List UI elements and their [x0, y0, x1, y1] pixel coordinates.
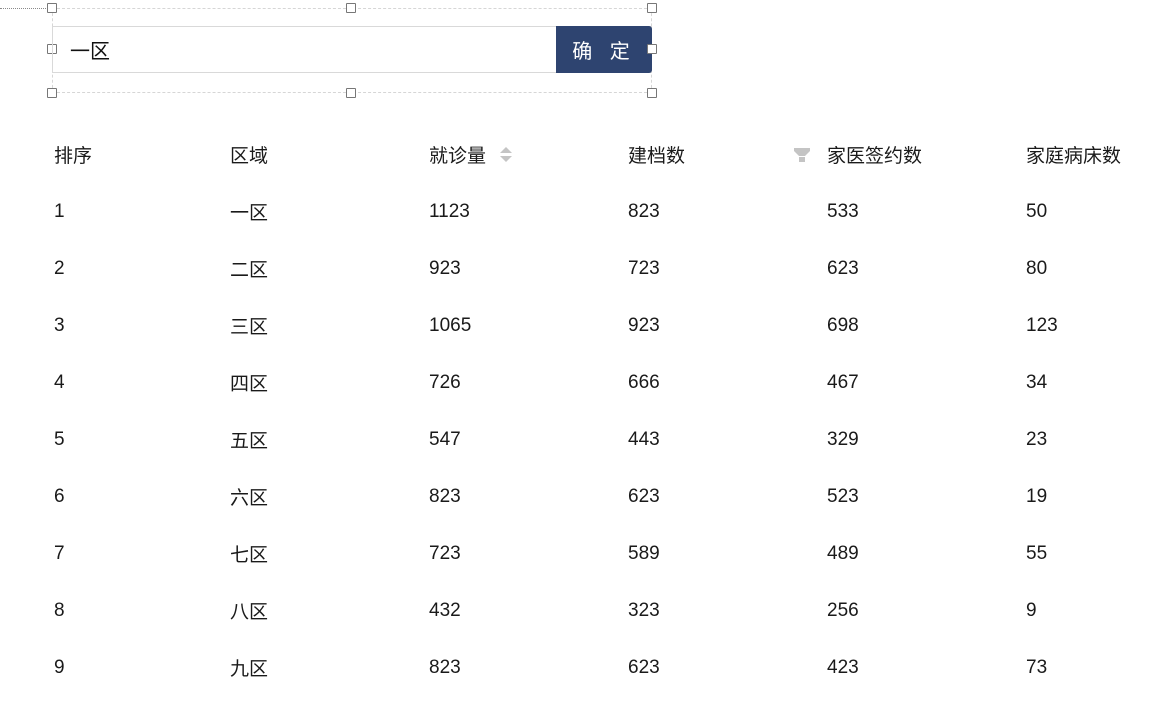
cell-visits: 823	[429, 485, 461, 507]
cell-rank: 9	[54, 656, 65, 678]
cell-visits: 723	[429, 542, 461, 564]
region-search-input[interactable]	[53, 27, 556, 72]
cell-home-beds: 55	[1026, 542, 1048, 564]
table-row: 5 五区 547 443 329 23	[42, 411, 1166, 468]
resize-handle-top-right[interactable]	[647, 3, 657, 13]
filter-icon[interactable]	[794, 147, 810, 162]
cell-contracts: 423	[827, 656, 859, 678]
cell-region: 七区	[230, 545, 269, 566]
cell-region: 八区	[230, 602, 269, 623]
resize-handle-top[interactable]	[346, 3, 356, 13]
cell-rank: 6	[54, 485, 65, 507]
cell-region: 五区	[230, 431, 269, 452]
column-label: 就诊量	[429, 146, 487, 167]
column-label: 区域	[230, 146, 269, 167]
cell-contracts: 256	[827, 599, 859, 621]
cell-region: 六区	[230, 488, 269, 509]
cell-rank: 2	[54, 257, 65, 279]
table-row: 8 八区 432 323 256 9	[42, 582, 1166, 639]
cell-rank: 4	[54, 371, 65, 393]
table-row: 3 三区 1065 923 698 123	[42, 297, 1166, 354]
column-label: 家医签约数	[827, 146, 923, 167]
cell-home-beds: 50	[1026, 200, 1048, 222]
cell-home-beds: 80	[1026, 257, 1048, 279]
table-row: 6 六区 823 623 523 19	[42, 468, 1166, 525]
table-row: 1 一区 1123 823 533 50	[42, 183, 1166, 240]
column-header-visits[interactable]: 就诊量	[417, 126, 616, 183]
column-label: 家庭病床数	[1026, 146, 1122, 167]
cell-contracts: 698	[827, 314, 859, 336]
cell-visits: 726	[429, 371, 461, 393]
cell-contracts: 489	[827, 542, 859, 564]
cell-rank: 3	[54, 314, 65, 336]
cell-visits: 547	[429, 428, 461, 450]
resize-handle-top-left[interactable]	[47, 3, 57, 13]
cell-contracts: 523	[827, 485, 859, 507]
region-stats-table: 排序 区域 就诊量 建档数 家医签约数 家庭病床数 1 一区 1123 823 …	[42, 126, 1166, 696]
column-header-home-beds: 家庭病床数	[1014, 126, 1166, 183]
cell-rank: 7	[54, 542, 65, 564]
cell-visits: 823	[429, 656, 461, 678]
cell-rank: 1	[54, 200, 65, 222]
column-header-family-doctor-contracts: 家医签约数	[815, 126, 1014, 183]
cell-region: 二区	[230, 260, 269, 281]
cell-records: 723	[628, 257, 660, 279]
table-row: 2 二区 923 723 623 80	[42, 240, 1166, 297]
cell-records: 823	[628, 200, 660, 222]
cell-region: 九区	[230, 659, 269, 680]
cell-records: 589	[628, 542, 660, 564]
cell-home-beds: 73	[1026, 656, 1048, 678]
confirm-button[interactable]: 确 定	[556, 26, 652, 73]
cell-contracts: 329	[827, 428, 859, 450]
cell-records: 923	[628, 314, 660, 336]
cell-records: 323	[628, 599, 660, 621]
resize-handle-bottom-left[interactable]	[47, 88, 57, 98]
cell-region: 一区	[230, 203, 269, 224]
resize-handle-bottom[interactable]	[346, 88, 356, 98]
cell-home-beds: 9	[1026, 599, 1037, 621]
cell-contracts: 533	[827, 200, 859, 222]
table-row: 9 九区 823 623 423 73	[42, 639, 1166, 696]
cell-records: 623	[628, 485, 660, 507]
cell-home-beds: 34	[1026, 371, 1048, 393]
table-row: 7 七区 723 589 489 55	[42, 525, 1166, 582]
cell-visits: 923	[429, 257, 461, 279]
sort-descending-icon[interactable]	[500, 156, 513, 162]
cell-home-beds: 19	[1026, 485, 1048, 507]
cell-home-beds: 123	[1026, 314, 1058, 336]
cell-records: 666	[628, 371, 660, 393]
cell-region: 四区	[230, 374, 269, 395]
sort-ascending-icon[interactable]	[500, 147, 513, 153]
cell-contracts: 623	[827, 257, 859, 279]
cell-home-beds: 23	[1026, 428, 1048, 450]
resize-handle-bottom-right[interactable]	[647, 88, 657, 98]
cell-records: 623	[628, 656, 660, 678]
cell-rank: 5	[54, 428, 65, 450]
cell-contracts: 467	[827, 371, 859, 393]
search-bar: 确 定	[52, 26, 652, 73]
column-label: 排序	[54, 146, 93, 167]
column-header-region: 区域	[218, 126, 417, 183]
cell-visits: 1065	[429, 314, 472, 336]
column-label: 建档数	[628, 146, 686, 167]
sort-icon[interactable]	[500, 147, 513, 162]
column-header-records: 建档数	[616, 126, 815, 183]
connector-line	[0, 8, 52, 9]
table-row: 4 四区 726 666 467 34	[42, 354, 1166, 411]
cell-region: 三区	[230, 317, 269, 338]
column-header-rank: 排序	[42, 126, 218, 183]
cell-visits: 432	[429, 599, 461, 621]
table-header-row: 排序 区域 就诊量 建档数 家医签约数 家庭病床数	[42, 126, 1166, 183]
cell-records: 443	[628, 428, 660, 450]
cell-visits: 1123	[429, 200, 470, 222]
cell-rank: 8	[54, 599, 65, 621]
resize-handle-right[interactable]	[647, 44, 657, 54]
